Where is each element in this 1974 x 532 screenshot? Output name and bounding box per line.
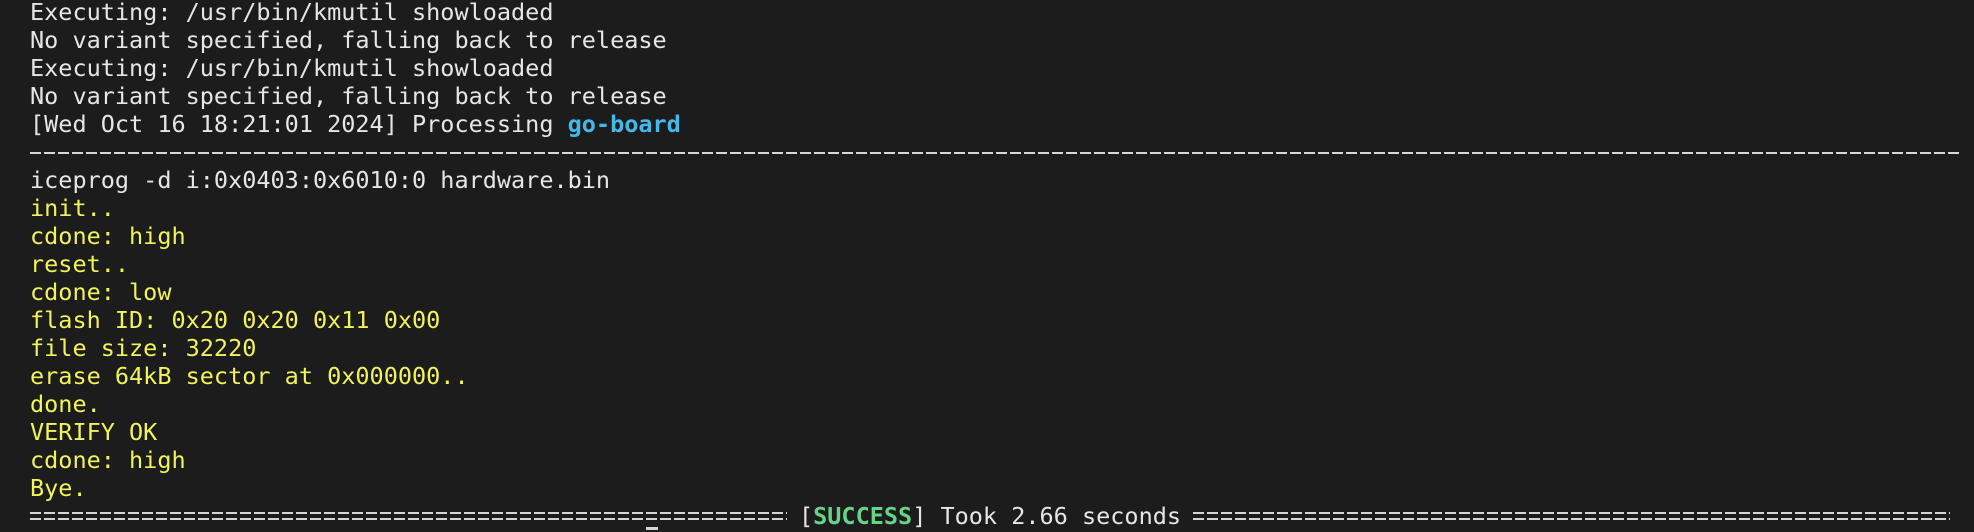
output-line-verify: VERIFY OK	[30, 418, 158, 446]
dashed-separator	[30, 138, 1974, 166]
log-line-variant-1: No variant specified, falling back to re…	[30, 26, 667, 54]
log-line-executing-1: Executing: /usr/bin/kmutil showloaded	[30, 0, 554, 26]
log-line-variant-2: No variant specified, falling back to re…	[30, 82, 667, 110]
output-line-cdone-high-2: cdone: high	[30, 446, 186, 474]
terminal-window[interactable]: Executing: /usr/bin/kmutil showloaded No…	[0, 0, 1974, 532]
duration-text: Took 2.66 seconds	[926, 502, 1182, 530]
summary-rule-left	[30, 512, 787, 520]
output-line-done: done.	[30, 390, 101, 418]
summary-line: [SUCCESS] Took 2.66 seconds	[30, 502, 1950, 530]
summary-rule-right	[1193, 512, 1950, 520]
text-cursor	[646, 527, 658, 530]
output-line-erase: erase 64kB sector at 0x000000..	[30, 362, 469, 390]
output-line-cdone-low: cdone: low	[30, 278, 172, 306]
board-name: go-board	[567, 110, 681, 138]
output-line-init: init..	[30, 194, 115, 222]
output-line-bye: Bye.	[30, 474, 87, 502]
processing-prefix: [Wed Oct 16 18:21:01 2024] Processing	[30, 110, 568, 138]
output-line-flash-id: flash ID: 0x20 0x20 0x11 0x00	[30, 306, 441, 334]
output-line-cdone-high: cdone: high	[30, 222, 186, 250]
summary-text: [SUCCESS] Took 2.66 seconds	[798, 502, 1182, 530]
success-status: SUCCESS	[813, 502, 913, 530]
log-line-executing-2: Executing: /usr/bin/kmutil showloaded	[30, 54, 554, 82]
command-line: iceprog -d i:0x0403:0x6010:0 hardware.bi…	[30, 166, 611, 194]
output-line-reset: reset..	[30, 250, 130, 278]
processing-line: [Wed Oct 16 18:21:01 2024] Processing go…	[30, 110, 1974, 138]
output-line-file-size: file size: 32220	[30, 334, 257, 362]
